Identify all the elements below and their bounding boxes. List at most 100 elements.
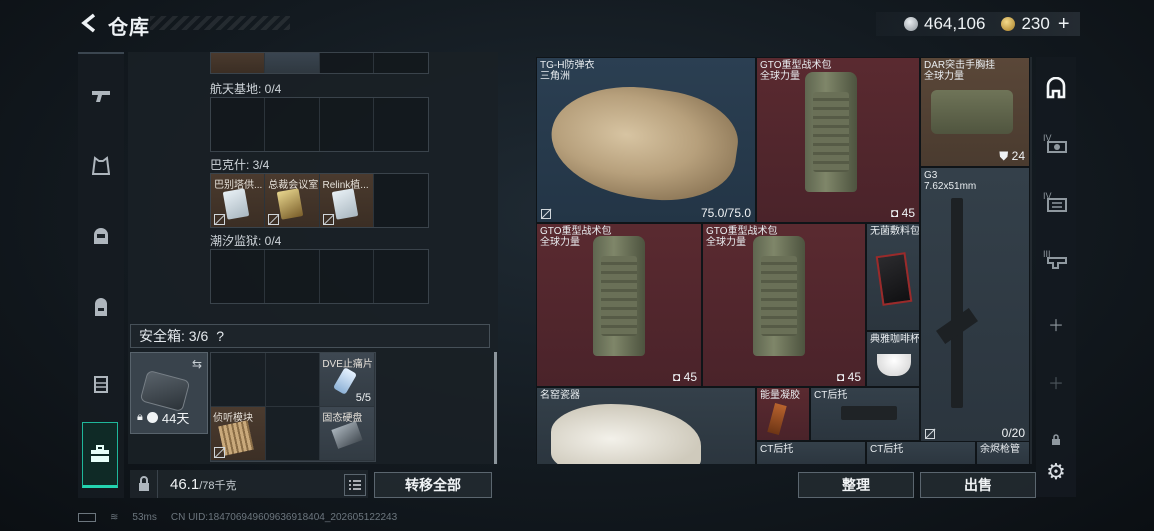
safe-item-painkiller[interactable]: DVE止痛片 5/5 [320,353,375,407]
storage-scrollbar[interactable] [494,352,497,464]
stash-item-barrel[interactable]: 余烬枪管 [976,441,1030,464]
item-name: GTO重型战术包 全球力量 [760,60,832,82]
storage-slot[interactable] [320,250,374,303]
weight-text: 46.1/78千克 [158,476,237,493]
stash-item-stock[interactable]: CT后托 [810,387,920,441]
storage-slot[interactable] [374,174,428,227]
body-armor-icon [544,75,744,211]
pistol-icon[interactable] [78,78,124,114]
backpack-icon[interactable] [78,290,124,326]
item-name: G3 7.62x51mm [924,170,977,192]
storage-slot[interactable] [265,250,320,303]
silver-coin-icon [904,17,918,31]
lock-icon: 🔒︎ [137,411,143,423]
pill-bottle-icon [333,367,358,395]
stash-item-backpack[interactable]: GTO重型战术包 全球力量 ◘ 45 [702,223,866,387]
storage-slot[interactable] [265,98,320,151]
stash-item-vest[interactable]: TG-H防弹衣 三角洲 75.0/75.0 [536,57,756,223]
sort-button[interactable]: 整理 [798,472,914,498]
safe-item-ssd[interactable]: 固态硬盘 [320,407,375,461]
add-tab-icon[interactable]: ＋ [1036,309,1076,339]
settings-gear-icon[interactable]: ⚙ [1036,457,1076,487]
item-name: 典雅咖啡杯 [870,334,920,345]
item-name: GTO重型战术包 全球力量 [540,226,612,248]
safe-case[interactable]: ⇆ 🔒︎ 44天 [130,352,208,434]
capacity: ◘ 45 [891,206,915,220]
storage-slot[interactable] [320,98,374,151]
vest-icon[interactable] [78,366,124,402]
stash-item-porcelain[interactable]: 名窑瓷器 [536,387,756,464]
item-name: CT后托 [760,444,794,455]
storage-item[interactable]: 总裁会议室 [265,174,320,227]
silver-amount: 464,106 [924,14,986,33]
tab-level: IV [1043,191,1052,201]
ammo-count: 0/20 [1001,426,1025,440]
stash-item-rifle[interactable]: G3 7.62x51mm 0/20 [920,167,1030,443]
storage-slot[interactable] [374,53,428,73]
no-trade-icon [322,214,334,225]
stash-home-icon[interactable] [1036,73,1076,103]
stash-item-backpack[interactable]: GTO重型战术包 全球力量 ◘ 45 [756,57,920,223]
safe-case-tab[interactable] [82,422,118,488]
weight-current: 46.1 [170,475,200,493]
storage-slot[interactable] [211,53,266,73]
lock-icon[interactable] [130,470,158,498]
swap-icon[interactable]: ⇆ [192,357,202,371]
add-currency-button[interactable]: + [1058,13,1070,36]
item-name: CT后托 [870,444,904,455]
safe-slot[interactable] [265,407,321,461]
dressing-pack-image [875,252,913,306]
safe-slot[interactable] [265,353,321,407]
durability: 75.0/75.0 [700,206,751,220]
stash-item-stock[interactable]: CT后托 [756,441,866,464]
section-label-tidal-prison: 潮汐监狱: 0/4 [210,234,282,248]
armor-icon[interactable] [78,148,124,184]
stash-item-coffee-cup[interactable]: 典雅咖啡杯 [866,331,920,387]
storage-item[interactable]: Relink植... [319,174,374,227]
section-label-bakesh: 巴克什: 3/4 [210,158,270,172]
capacity: ⛊ 24 [999,149,1025,163]
category-rail [78,52,124,498]
help-icon[interactable]: ? [216,328,224,344]
safe-case-icon [139,369,191,413]
no-trade-icon [925,429,935,439]
list-view-button[interactable] [344,474,366,496]
stash-tab-4b-icon[interactable]: IV [1036,189,1076,219]
stash-item-chest-rig[interactable]: DAR突击手胸挂 全球力量 ⛊ 24 [920,57,1030,167]
transfer-all-button[interactable]: 转移全部 [374,472,492,498]
stash-item-energy-gel[interactable]: 能量凝胶 [756,387,810,441]
storage-slot[interactable] [265,53,320,73]
item-name: 能量凝胶 [760,390,800,401]
safe-slot[interactable] [211,353,266,407]
ssd-icon [331,421,363,449]
storage-slot[interactable] [211,98,266,151]
storage-grid-aerospace [210,97,429,152]
wifi-icon: ≋ [110,512,119,523]
storage-slot[interactable] [211,250,266,303]
keycard-icon [331,188,358,220]
helmet-icon[interactable] [78,218,124,254]
sell-button[interactable]: 出售 [920,472,1036,498]
uid-text: CN UID:184706949609636918404_20260512224… [170,512,398,523]
stash-grid: TG-H防弹衣 三角洲 75.0/75.0 GTO重型战术包 全球力量 ◘ 45 D… [536,57,1032,464]
title-decoration [150,16,290,30]
storage-item[interactable]: 巴别塔供... [211,174,266,227]
safe-item-listening-module[interactable]: 侦听模块 [211,407,266,461]
stash-item-backpack[interactable]: GTO重型战术包 全球力量 ◘ 45 [536,223,702,387]
stash-item-stock[interactable]: CT后托 [866,441,976,464]
backpack-image [593,236,645,356]
backpack-image [753,236,805,356]
safe-box-capacity: 安全箱: 3/6 [139,328,209,344]
keycard-icon [222,188,250,220]
stash-item-dressing[interactable]: 无菌敷料包 [866,223,920,331]
stash-tab-4-icon[interactable]: IV [1036,131,1076,161]
weight-max: /78千克 [199,479,237,492]
storage-slot[interactable] [320,53,374,73]
storage-grid-top [210,52,429,74]
back-button[interactable] [78,12,100,34]
storage-slot[interactable] [374,98,428,151]
stash-tab-3-icon[interactable]: III [1036,247,1076,277]
list-icon [349,480,361,490]
storage-slot[interactable] [374,250,428,303]
storage-grid-tidal-prison [210,249,429,304]
